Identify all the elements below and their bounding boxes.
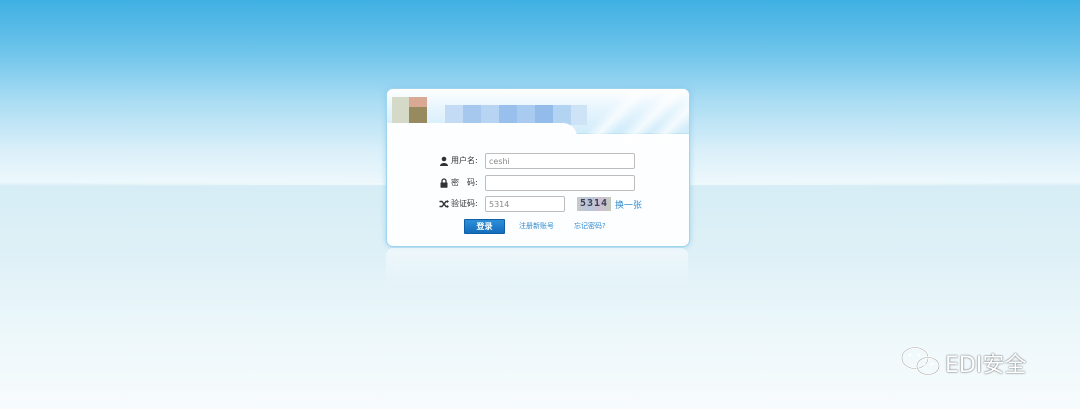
wechat-icon xyxy=(901,346,940,376)
captcha-image[interactable]: 5314 xyxy=(577,197,611,211)
username-label: 用户名: xyxy=(451,156,478,165)
login-button[interactable]: 登录 xyxy=(464,219,505,234)
forgot-password-link[interactable]: 忘记密码? xyxy=(574,221,606,231)
register-link[interactable]: 注册新账号 xyxy=(519,221,554,231)
watermark-text: EDI安全 xyxy=(945,353,1027,378)
shuffle-icon xyxy=(439,200,449,208)
captcha-row: 验证码: 5314 换一张 xyxy=(387,196,689,212)
user-icon xyxy=(440,156,448,166)
password-input[interactable] xyxy=(485,175,635,191)
username-input[interactable] xyxy=(485,153,635,169)
refresh-captcha-link[interactable]: 换一张 xyxy=(615,198,642,211)
lock-icon xyxy=(440,178,448,188)
watermark: EDI安全 xyxy=(899,345,1059,379)
captcha-label: 验证码: xyxy=(451,199,478,208)
password-label: 密 码: xyxy=(451,178,478,187)
panel-reflection xyxy=(386,247,688,288)
password-row: 密 码: xyxy=(387,175,689,191)
captcha-input[interactable] xyxy=(485,196,565,212)
username-row: 用户名: xyxy=(387,153,689,169)
login-panel: 用户名: 密 码: 验证码: 5314 换一张 登录 注册新 xyxy=(386,88,690,247)
